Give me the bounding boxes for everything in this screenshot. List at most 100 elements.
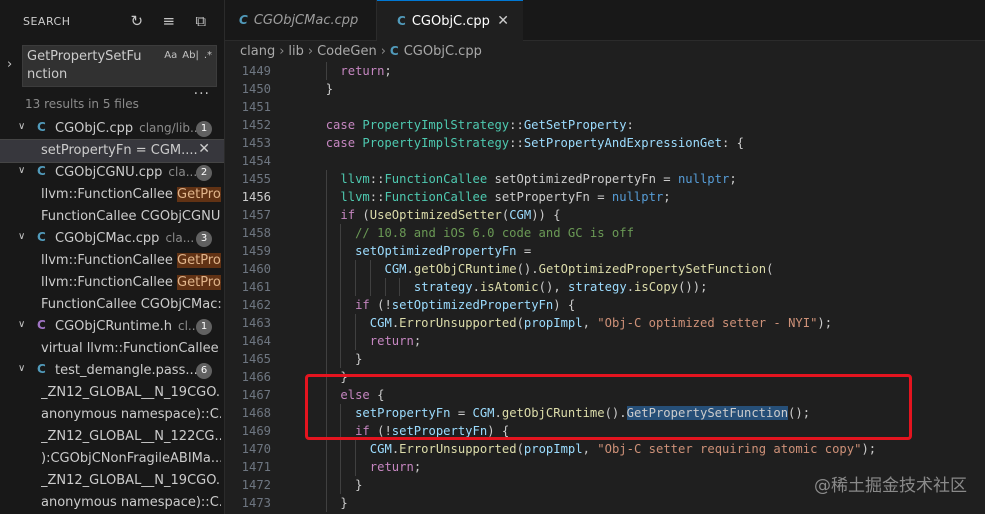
code-text: strategy.isAtomic(), strategy.isCopy()); (414, 278, 708, 296)
code-text: return; (340, 62, 399, 80)
search-input[interactable]: GetPropertySetFunction Aa Ab| .* (22, 45, 217, 87)
code-text: CGM.ErrorUnsupported(propImpl, "Obj-C se… (370, 440, 876, 458)
result-match[interactable]: llvm::FunctionCallee GetPro... (0, 250, 224, 272)
refresh-icon[interactable]: ↻ (128, 12, 146, 30)
chevron-right-icon: › (380, 44, 386, 59)
code-line[interactable]: 1455 llvm::FunctionCallee setOptimizedPro… (225, 170, 985, 188)
search-row: › GetPropertySetFunction Aa Ab| .* (0, 45, 224, 89)
result-match[interactable]: anonymous namespace)::C... (0, 404, 224, 426)
code-line[interactable]: 1465} (225, 350, 985, 368)
line-number: 1469 (241, 424, 271, 438)
code-token: ); (861, 442, 877, 456)
clear-results-icon[interactable]: ≡ (160, 12, 178, 30)
line-number: 1459 (241, 244, 271, 258)
result-match[interactable]: virtual llvm::FunctionCallee ... (0, 338, 224, 360)
chevron-down-icon[interactable]: ∨ (18, 165, 25, 176)
match-word-icon[interactable]: Ab| (182, 50, 199, 61)
code-line[interactable]: 1450} (225, 80, 985, 98)
close-tab-icon[interactable]: ✕ (497, 1, 509, 41)
code-text: } (340, 494, 347, 512)
chevron-right-icon: › (279, 44, 285, 59)
code-token: PropertyImplStrategy (362, 136, 510, 150)
code-editor[interactable]: 1449 return; 1450} 1451 1452 case PropertyIm… (225, 62, 985, 514)
result-match[interactable]: _ZN12_GLOBAL__N_19CGO... (0, 382, 224, 404)
collapse-all-icon[interactable]: ⧉ (192, 12, 210, 30)
sidebar-actions: ↻ ≡ ⧉ (128, 12, 210, 30)
result-file[interactable]: ∨ Ctest_demangle.pass.... 6 (0, 360, 224, 382)
match-case-icon[interactable]: Aa (164, 50, 177, 61)
indent-guide (325, 242, 327, 260)
code-token: :: (369, 172, 385, 186)
breadcrumb-item[interactable]: lib (288, 44, 303, 59)
code-token: ( (516, 316, 524, 330)
code-line[interactable]: 1470 CGM.ErrorUnsupported(propImpl, "Obj-… (225, 440, 985, 458)
indent-guide (325, 206, 327, 224)
result-file[interactable]: ∨ C CGObjCRuntime.h cl... 1 (0, 316, 224, 338)
result-match[interactable]: FunctionCallee CGObjCMac:... (0, 294, 224, 316)
code-line[interactable]: 1452 case PropertyImplStrategy::GetSetPro… (225, 116, 985, 134)
result-match[interactable]: _ZN12_GLOBAL__N_19CGO... (0, 470, 224, 492)
code-line[interactable]: 1463 CGM.ErrorUnsupported(propImpl, "Obj-… (225, 314, 985, 332)
result-match[interactable]: setPropertyFn = CGM.... ✕ (0, 139, 224, 163)
tab-cgobjc[interactable]: C CGObjC.cpp ✕ (377, 0, 523, 41)
regex-icon[interactable]: .* (204, 50, 212, 61)
code-token: ) { (553, 298, 576, 312)
breadcrumb-item[interactable]: CodeGen (317, 44, 377, 59)
breadcrumb-item[interactable]: CGObjC.cpp (404, 44, 482, 59)
code-line[interactable]: 1456 llvm::FunctionCallee setPropertyFn =… (225, 188, 985, 206)
code-line[interactable]: 1460 CGM.getObjCRuntime().GetOptimizedPro… (225, 260, 985, 278)
more-actions-icon[interactable]: ··· (194, 86, 210, 102)
code-line[interactable]: 1459 setOptimizedPropertyFn = (225, 242, 985, 260)
code-line[interactable]: 1458 // 10.8 and iOS 6.0 code and GC is o… (225, 224, 985, 242)
result-match-text: anonymous namespace)::C... (41, 495, 221, 510)
code-token: llvm (340, 172, 370, 186)
tab-cgobjcmac[interactable]: C CGObjCMac.cpp (225, 0, 377, 40)
code-line[interactable]: 1453 case PropertyImplStrategy::SetProper… (225, 134, 985, 152)
chevron-down-icon[interactable]: ∨ (18, 319, 25, 330)
result-match[interactable]: llvm::FunctionCallee GetPro... (0, 184, 224, 206)
result-match-text: llvm::FunctionCallee GetPro... (41, 187, 221, 202)
code-token: setPropertyFn = (487, 190, 612, 204)
indent-guide (355, 440, 357, 458)
code-line[interactable]: 1473} (225, 494, 985, 512)
dismiss-result-icon[interactable]: ✕ (198, 141, 210, 157)
code-token: (). (516, 262, 539, 276)
cpp-file-icon: C (37, 120, 46, 134)
code-line[interactable]: 1451 (225, 98, 985, 116)
code-token: } (325, 82, 334, 96)
code-line[interactable]: 1462 if (!setOptimizedPropertyFn) { (225, 296, 985, 314)
result-file[interactable]: ∨ C CGObjCMac.cpp cla... 3 (0, 228, 224, 250)
breadcrumb-item[interactable]: clang (240, 44, 275, 59)
code-line[interactable]: 1461 strategy.isAtomic(), strategy.isCopy… (225, 278, 985, 296)
code-line[interactable]: 1449 return; (225, 62, 985, 80)
line-number: 1454 (241, 154, 271, 168)
code-token: setOptimizedPropertyFn (355, 244, 517, 258)
chevron-down-icon[interactable]: ∨ (18, 231, 25, 242)
code-text: } (355, 350, 362, 368)
result-match[interactable]: FunctionCallee CGObjCGNU... (0, 206, 224, 228)
chevron-down-icon[interactable]: ∨ (18, 363, 25, 374)
code-line[interactable]: 1454 (225, 152, 985, 170)
result-match[interactable]: anonymous namespace)::C... (0, 492, 224, 514)
cpp-file-icon: C (397, 14, 406, 28)
result-file[interactable]: ∨ C CGObjCGNU.cpp cla... 2 (0, 162, 224, 184)
results-tree: ∨ C CGObjC.cpp clang/lib... 1 setPropertyFn =… (0, 118, 224, 514)
search-input-value[interactable]: GetPropertySetFunction (27, 48, 147, 84)
chevron-down-icon[interactable]: ∨ (18, 121, 25, 132)
line-number: 1471 (241, 460, 271, 474)
result-match[interactable]: _ZN12_GLOBAL__N_122CG... (0, 426, 224, 448)
code-line[interactable]: 1457 if (UseOptimizedSetter(CGM)) { (225, 206, 985, 224)
result-match[interactable]: ):CGObjCNonFragileABIMa... (0, 448, 224, 470)
code-token: strategy (568, 280, 627, 294)
code-token: . (406, 262, 414, 276)
code-token: PropertyImplStrategy (362, 118, 510, 132)
toggle-replace-icon[interactable]: › (7, 57, 12, 72)
result-file[interactable]: ∨ C CGObjC.cpp clang/lib... 1 (0, 118, 224, 140)
code-token: (), (538, 280, 568, 294)
watermark: @稀土掘金技术社区 (814, 476, 967, 496)
indent-guide (325, 224, 327, 242)
code-token: CGM (369, 442, 392, 456)
indent-guide (355, 458, 357, 476)
result-match[interactable]: llvm::FunctionCallee GetPro... (0, 272, 224, 294)
code-line[interactable]: 1464 return; (225, 332, 985, 350)
